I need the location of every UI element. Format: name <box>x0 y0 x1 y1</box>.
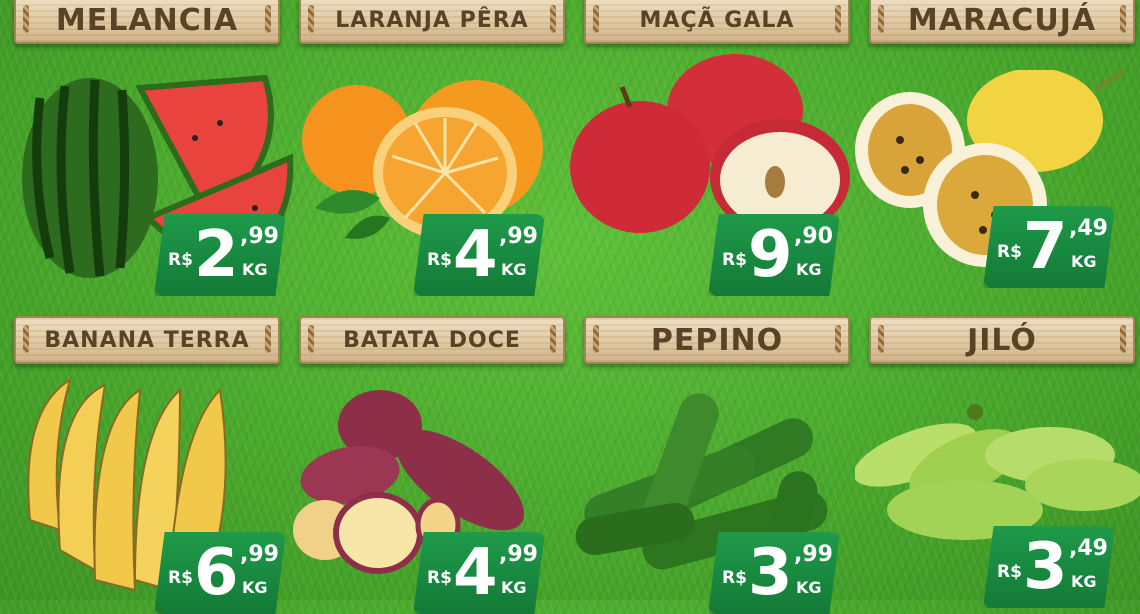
price-unit: KG <box>242 578 268 597</box>
price-cents: ,49 <box>1069 536 1108 561</box>
product-name: JILÓ <box>967 322 1037 358</box>
price-tag: R$ 4 ,99 KG <box>413 532 545 614</box>
currency-label: R$ <box>427 568 452 588</box>
price-tag: R$ 3 ,49 KG <box>983 526 1115 608</box>
product-jilo: JILÓ R$ 3 ,49 KG <box>855 0 1140 608</box>
product-banana: BANANA TERRA R$ 6 ,99 KG <box>0 0 286 614</box>
price-unit: KG <box>796 578 822 597</box>
price-cents: ,99 <box>240 542 279 567</box>
product-name: BATATA DOCE <box>343 327 521 353</box>
price-integer: 6 <box>194 536 239 610</box>
price-tag: R$ 3 ,99 KG <box>708 532 840 614</box>
price-cents: ,99 <box>794 542 833 567</box>
product-pepino: PEPINO R$ 3 ,99 KG <box>570 0 855 614</box>
currency-label: R$ <box>997 562 1022 582</box>
currency-label: R$ <box>722 568 747 588</box>
price-unit: KG <box>1071 572 1097 591</box>
price-unit: KG <box>501 578 527 597</box>
product-sign: BANANA TERRA <box>14 316 280 364</box>
product-name: BANANA TERRA <box>44 327 250 353</box>
price-cents: ,99 <box>499 542 538 567</box>
product-sign: BATATA DOCE <box>299 316 565 364</box>
currency-label: R$ <box>168 568 193 588</box>
price-integer: 3 <box>1023 530 1068 604</box>
price-integer: 3 <box>748 536 793 610</box>
price-integer: 4 <box>453 536 498 610</box>
product-name: PEPINO <box>650 322 784 358</box>
product-batata-doce: BATATA DOCE R$ 4 ,99 KG <box>285 0 570 614</box>
product-sign: PEPINO <box>584 316 850 364</box>
product-sign: JILÓ <box>869 316 1135 364</box>
price-tag: R$ 6 ,99 KG <box>154 532 286 614</box>
